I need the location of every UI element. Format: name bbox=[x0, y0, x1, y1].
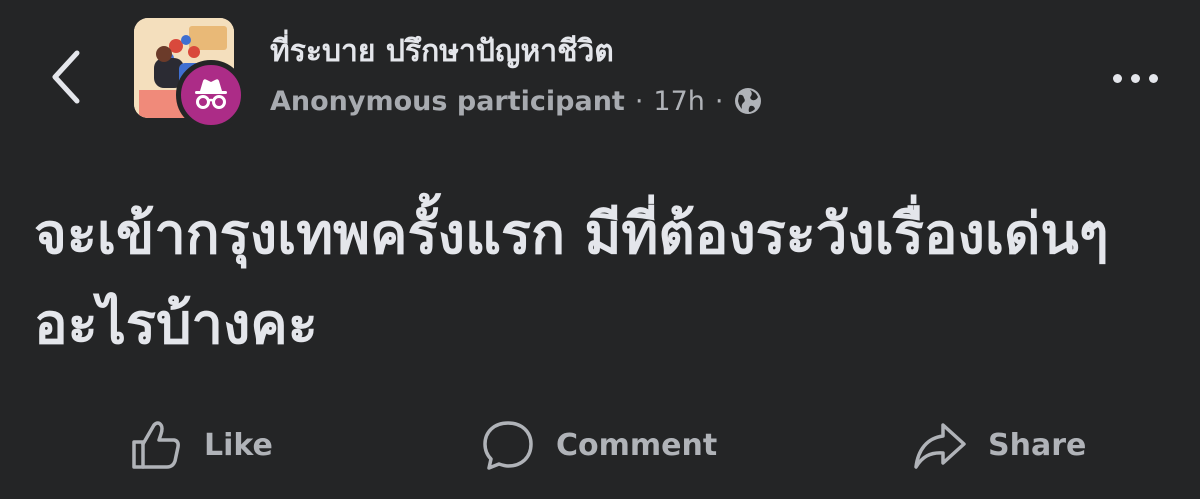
post-view: ที่ระบาย ปรึกษาปัญหาชีวิต Anonymous part… bbox=[0, 0, 1200, 499]
author-name[interactable]: Anonymous participant bbox=[270, 86, 625, 117]
share-button[interactable]: Share bbox=[912, 408, 1086, 482]
more-options-button[interactable] bbox=[1100, 58, 1170, 98]
meta-separator: · bbox=[634, 85, 644, 117]
anonymous-avatar[interactable] bbox=[176, 60, 246, 130]
comment-label: Comment bbox=[556, 427, 718, 463]
comment-button[interactable]: Comment bbox=[480, 408, 717, 482]
post-body: จะเข้ากรุงเทพครั้งแรก มีที่ต้องระวังเรื่… bbox=[34, 202, 1109, 357]
back-button[interactable] bbox=[36, 42, 96, 112]
like-button[interactable]: Like bbox=[128, 408, 273, 482]
comment-icon bbox=[483, 421, 533, 470]
meta-separator-2: · bbox=[714, 85, 724, 117]
globe-icon bbox=[733, 86, 763, 116]
more-horizontal-icon bbox=[1112, 73, 1122, 83]
post-time[interactable]: 17h bbox=[653, 86, 704, 117]
like-label: Like bbox=[204, 427, 273, 463]
chevron-left-icon bbox=[52, 50, 80, 104]
share-label: Share bbox=[988, 427, 1087, 463]
post-meta: Anonymous participant · 17h · bbox=[270, 84, 763, 118]
action-bar: Like Comment Share bbox=[0, 408, 1200, 482]
group-name-link[interactable]: ที่ระบาย ปรึกษาปัญหาชีวิต bbox=[270, 28, 614, 75]
incognito-icon bbox=[195, 79, 227, 109]
thumbs-up-icon bbox=[132, 421, 180, 469]
share-icon bbox=[914, 423, 966, 469]
